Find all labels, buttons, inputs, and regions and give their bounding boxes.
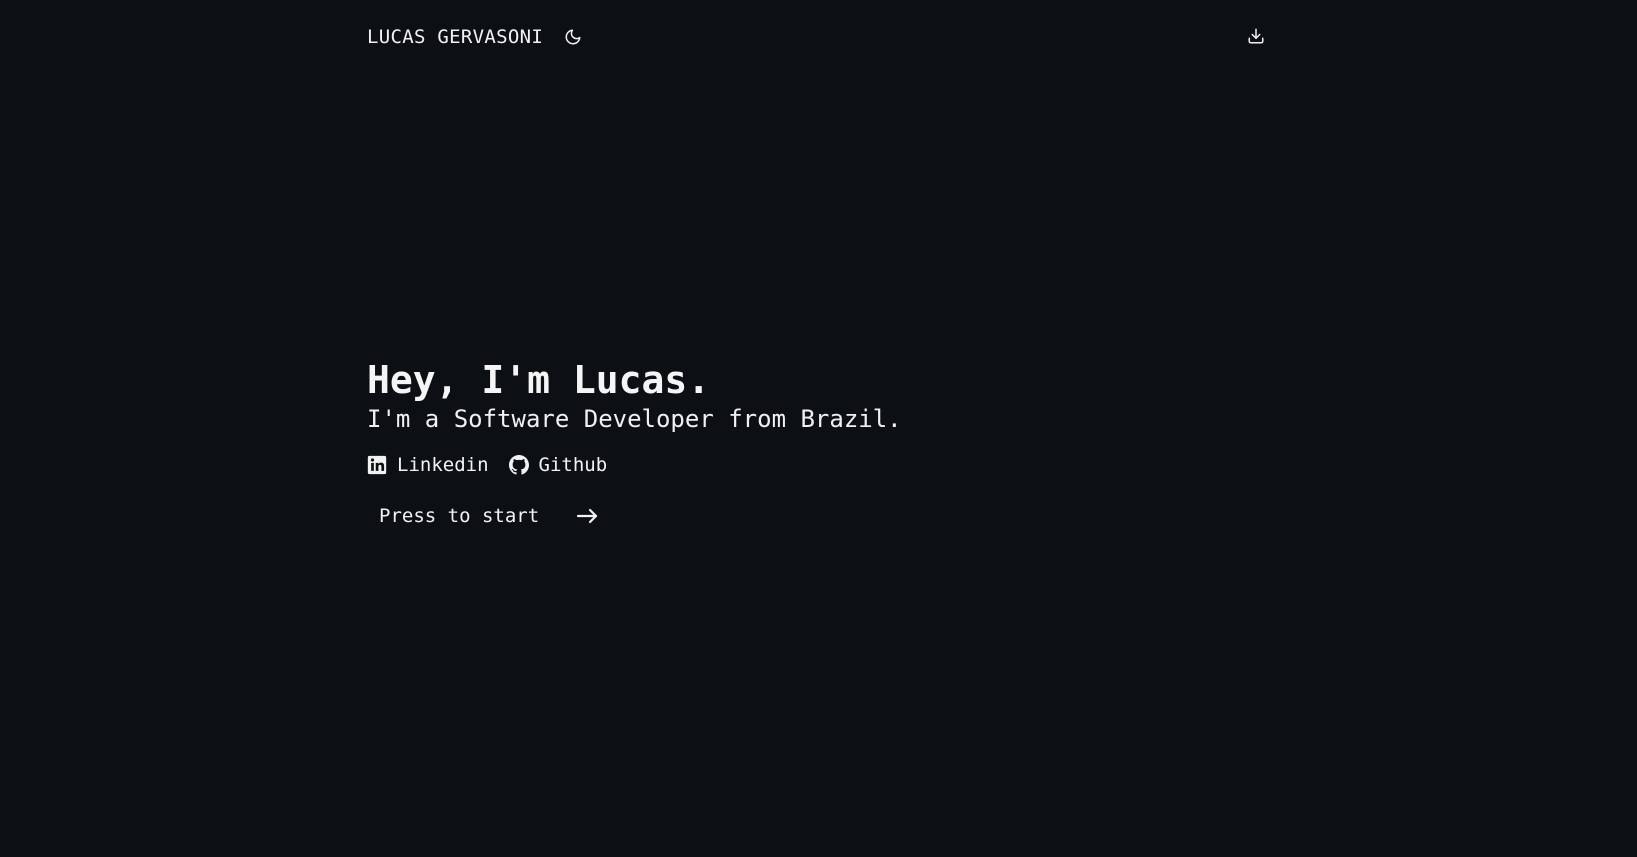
social-links: Linkedin Github [367,454,902,476]
moon-icon [565,29,581,45]
github-link[interactable]: Github [508,454,608,476]
theme-toggle-button[interactable] [563,27,583,47]
download-button[interactable] [1247,27,1267,47]
arrow-right-icon [577,508,598,524]
download-icon [1248,28,1264,44]
github-label: Github [538,454,608,476]
hero-title: Hey, I'm Lucas. [367,358,711,402]
linkedin-link[interactable]: Linkedin [367,454,489,476]
start-label: Press to start [379,505,540,527]
site-header: LUCAS GERVASONI [367,26,583,48]
linkedin-icon [367,455,387,475]
linkedin-label: Linkedin [397,454,489,476]
start-button[interactable]: Press to start [379,504,902,528]
brand-name[interactable]: LUCAS GERVASONI [367,26,543,48]
hero-section: Hey, I'm Lucas. I'm a Software Developer… [367,356,902,528]
hero-subtitle: I'm a Software Developer from Brazil. [367,405,902,433]
github-icon [508,455,529,475]
